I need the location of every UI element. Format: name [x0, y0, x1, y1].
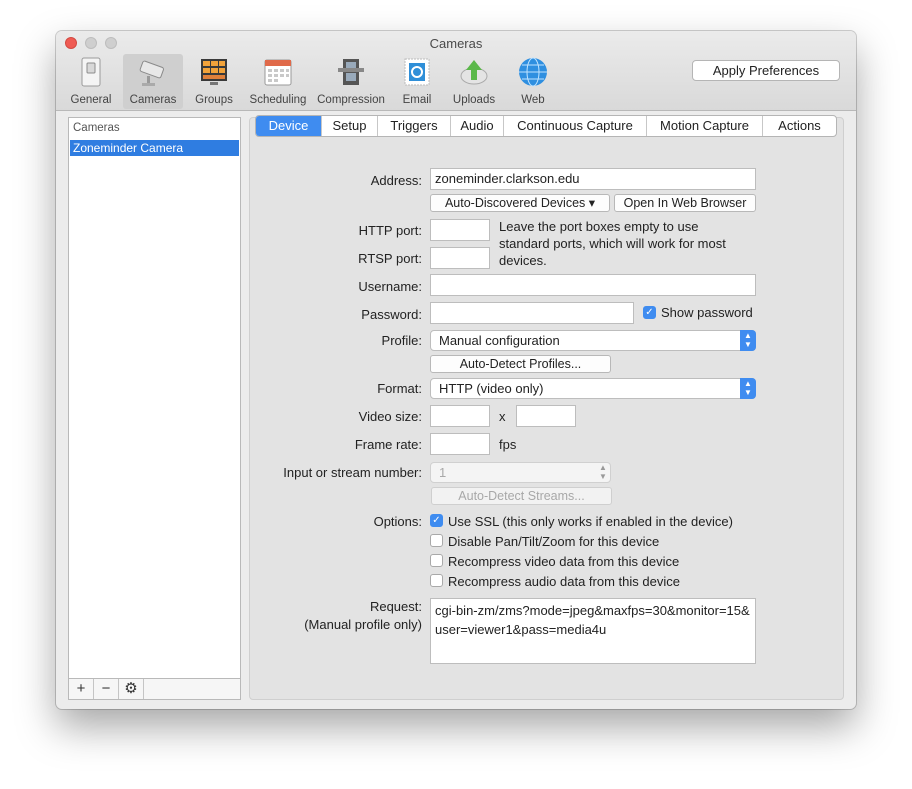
video-size-label: Video size: [358, 409, 422, 424]
username-field[interactable] [430, 274, 756, 296]
toolbar-compression[interactable]: Compression [315, 54, 387, 109]
toolbar-general-label: General [70, 94, 112, 106]
window-title: Cameras [429, 36, 483, 51]
auto-discovered-devices-button[interactable]: Auto-Discovered Devices ▾ [430, 194, 610, 212]
profile-label: Profile: [381, 333, 422, 348]
show-password-label: Show password [661, 305, 753, 320]
toolbar-groups-label: Groups [195, 94, 233, 106]
toolbar-general[interactable]: General [68, 54, 114, 109]
camera-list: Cameras Zoneminder Camera + − ⚙ [68, 117, 241, 700]
options-label: Options: [373, 514, 422, 529]
toolbar-email-label: Email [402, 94, 432, 106]
gear-icon[interactable]: ⚙ [119, 679, 144, 699]
stream-number-value: 1 [439, 465, 447, 480]
frame-rate-field[interactable] [430, 433, 490, 455]
password-label: Password: [361, 307, 422, 322]
toolbar-uploads-label: Uploads [452, 94, 496, 106]
toolbar-email[interactable]: Email [396, 54, 438, 109]
address-field[interactable]: zoneminder.clarkson.edu [430, 168, 756, 190]
remove-camera-button[interactable]: − [94, 679, 119, 699]
format-value: HTTP (video only) [439, 381, 544, 396]
address-label: Address: [370, 173, 422, 188]
apply-preferences-button[interactable]: Apply Preferences [692, 60, 840, 81]
rtsp-port-field[interactable] [430, 247, 490, 269]
toolbar-uploads[interactable]: Uploads [449, 54, 499, 109]
request-field[interactable]: cgi-bin-zm/zms?mode=jpeg&maxfps=30&monit… [430, 598, 756, 664]
tab-continuous-capture[interactable]: Continuous Capture [504, 116, 647, 136]
toolbar-scheduling-label: Scheduling [249, 94, 307, 106]
auto-detect-profiles-button[interactable]: Auto-Detect Profiles... [430, 355, 611, 373]
recompress-video-label: Recompress video data from this device [448, 554, 680, 569]
use-ssl-label: Use SSL (this only works if enabled in t… [448, 514, 733, 529]
fps-label: fps [499, 437, 517, 452]
security-camera-icon [139, 60, 164, 86]
video-width-field[interactable] [430, 405, 490, 427]
video-height-field[interactable] [516, 405, 576, 427]
camera-list-header: Cameras [73, 122, 120, 134]
chevron-updown-icon: ▲ ▼ [740, 378, 756, 399]
tab-audio[interactable]: Audio [451, 116, 504, 136]
show-password-checkbox[interactable]: ✓ [643, 306, 656, 319]
disable-ptz-label: Disable Pan/Tilt/Zoom for this device [448, 534, 660, 549]
http-port-field[interactable] [430, 219, 490, 241]
password-field[interactable] [430, 302, 634, 324]
calendar-icon [264, 59, 292, 86]
toolbar-cameras[interactable]: Cameras [123, 54, 183, 109]
video-size-x: x [499, 409, 506, 424]
recompress-audio-label: Recompress audio data from this device [448, 574, 680, 589]
stamp-icon [404, 58, 430, 86]
title-bar: Cameras General Cameras Groups Schedulin… [56, 31, 856, 111]
auto-detect-streams-button[interactable]: Auto-Detect Streams... [431, 487, 612, 505]
toolbar-web[interactable]: Web [512, 54, 554, 109]
settings-tabs: Device Setup Triggers Audio Continuous C… [255, 115, 837, 137]
tab-actions[interactable]: Actions [763, 116, 836, 136]
cloud-upload-icon [460, 60, 488, 85]
toolbar-groups[interactable]: Groups [189, 54, 239, 109]
stream-number-label: Input or stream number: [283, 465, 422, 480]
tab-setup[interactable]: Setup [322, 116, 378, 136]
rtsp-port-label: RTSP port: [358, 251, 422, 266]
switch-icon [81, 57, 101, 87]
tab-device[interactable]: Device [256, 116, 322, 136]
toolbar-compression-label: Compression [317, 94, 385, 106]
toolbar-cameras-label: Cameras [129, 94, 177, 106]
disable-ptz-checkbox[interactable] [430, 534, 443, 547]
http-port-label: HTTP port: [358, 223, 422, 238]
chevron-updown-icon: ▲ ▼ [740, 330, 756, 351]
username-label: Username: [358, 279, 422, 294]
open-in-web-browser-button[interactable]: Open In Web Browser [614, 194, 756, 212]
frame-rate-label: Frame rate: [354, 437, 422, 452]
format-label: Format: [377, 381, 422, 396]
port-note: Leave the port boxes empty to use standa… [499, 219, 726, 268]
grid-monitor-icon [201, 59, 227, 85]
request-label: Request: [369, 599, 422, 614]
request-sublabel: (Manual profile only) [304, 617, 422, 632]
recompress-audio-checkbox[interactable] [430, 574, 443, 587]
use-ssl-checkbox[interactable]: ✓ [430, 514, 443, 527]
tab-triggers[interactable]: Triggers [378, 116, 451, 136]
format-select[interactable]: HTTP (video only) ▲ ▼ [430, 378, 756, 399]
profile-value: Manual configuration [439, 333, 560, 348]
camera-list-item[interactable]: Zoneminder Camera [70, 140, 239, 156]
tab-motion-capture[interactable]: Motion Capture [647, 116, 763, 136]
film-clamp-icon [338, 59, 364, 85]
recompress-video-checkbox[interactable] [430, 554, 443, 567]
chevron-updown-icon: ▲ ▼ [599, 463, 607, 481]
toolbar-scheduling[interactable]: Scheduling [245, 54, 311, 109]
stream-number-stepper[interactable]: 1 ▲ ▼ [430, 462, 611, 483]
add-camera-button[interactable]: + [69, 679, 94, 699]
toolbar-web-label: Web [521, 94, 545, 106]
globe-icon [519, 57, 547, 87]
camera-list-actions: + − ⚙ [69, 678, 240, 699]
profile-select[interactable]: Manual configuration ▲ ▼ [430, 330, 756, 351]
preferences-window: Cameras General Cameras Groups Schedulin… [56, 31, 856, 709]
